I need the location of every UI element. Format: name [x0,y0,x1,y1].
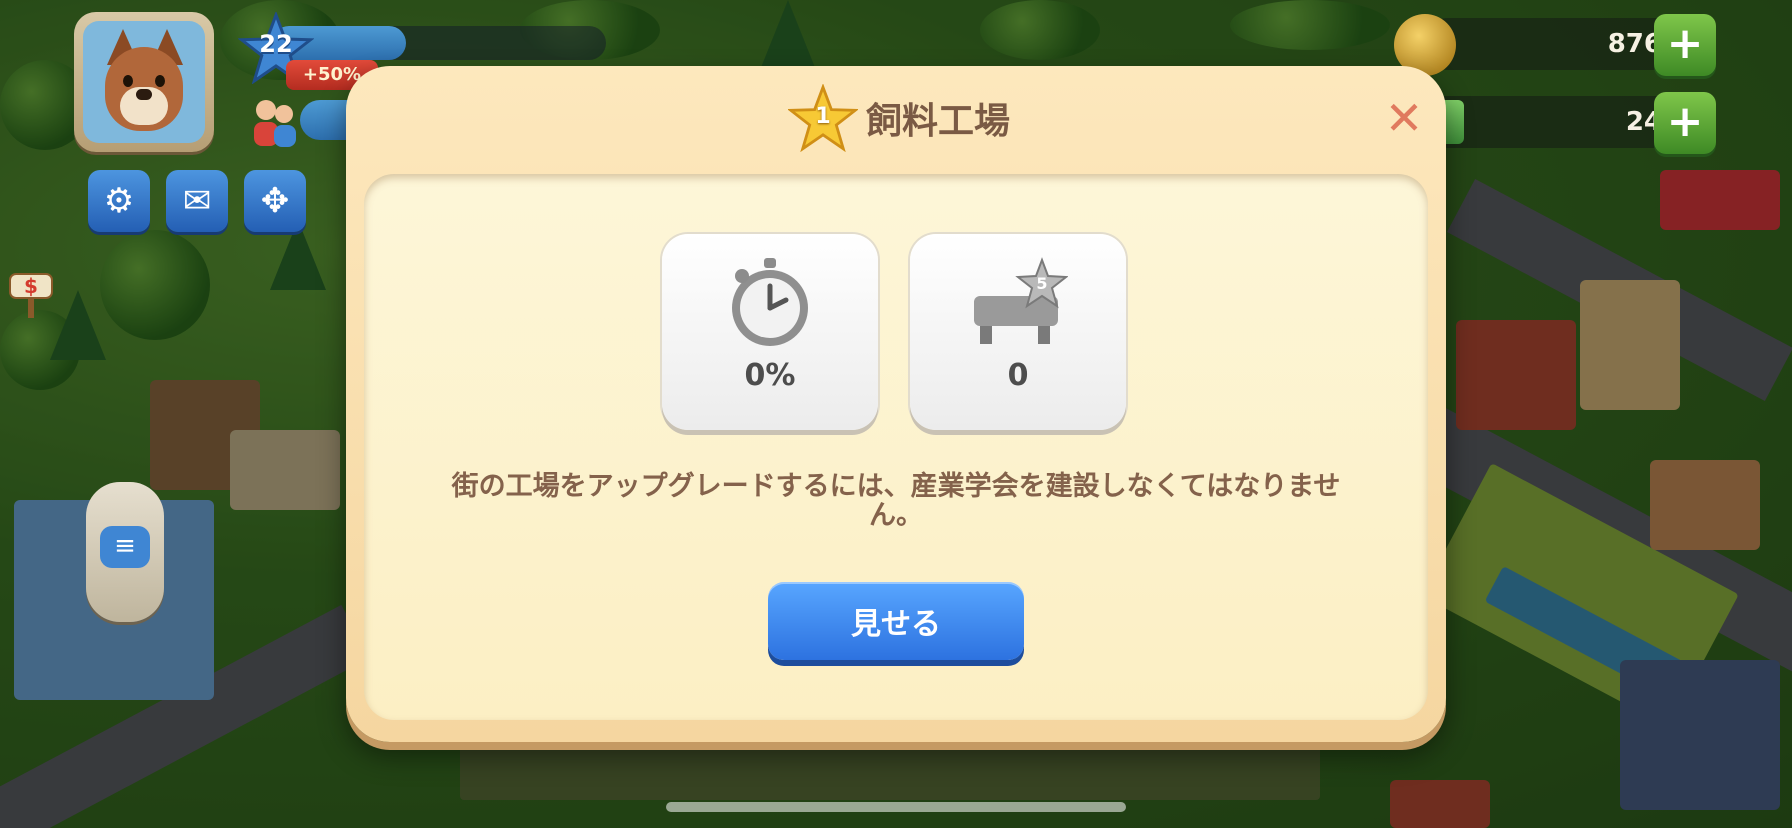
move-arrows-icon: ✥ [260,181,290,221]
dialog-title: 飼料工場 [866,101,1011,142]
add-coins-button[interactable]: + [1654,14,1716,76]
xp-progress-bar [272,26,606,60]
add-cash-button[interactable]: + [1654,92,1716,154]
dog-eye [155,75,165,87]
envelope-icon: ✉ [182,181,212,221]
upgrade-requirement-message: 街の工場をアップグレードするには、産業学会を建設しなくてはなりません。 [451,471,1341,531]
production-speed-card: 0% [662,234,878,430]
chat-bubble-icon: ≡ [100,526,150,568]
close-button[interactable]: ✕ [1382,95,1426,142]
player-level: 22 [259,30,293,58]
production-slots-value: 0 [1007,358,1029,393]
svg-text:$: $ [24,274,38,298]
move-button[interactable]: ✥ [244,170,306,232]
mail-button[interactable]: ✉ [166,170,228,232]
avatar-portrait [83,21,205,143]
production-speed-value: 0% [744,358,796,393]
dog-eye [123,75,133,87]
chat-button[interactable]: ≡ [86,482,164,622]
gear-icon: ⚙ [103,181,135,221]
dialog-header: 1 飼料工場 [346,84,1446,164]
home-indicator [666,802,1126,812]
building-star-level: 1 [815,104,831,129]
population-icon [254,100,296,147]
table-star-icon: 5 [974,257,1068,344]
dog-nose [136,89,152,100]
show-button[interactable]: 見せる [768,582,1024,660]
player-avatar[interactable] [74,12,214,152]
star-badge-number: 5 [1036,274,1047,293]
production-slots-card: 5 0 [910,234,1126,430]
bank-sign-icon[interactable]: $ [6,270,56,320]
stopwatch-icon [732,258,808,346]
settings-button[interactable]: ⚙ [88,170,150,232]
